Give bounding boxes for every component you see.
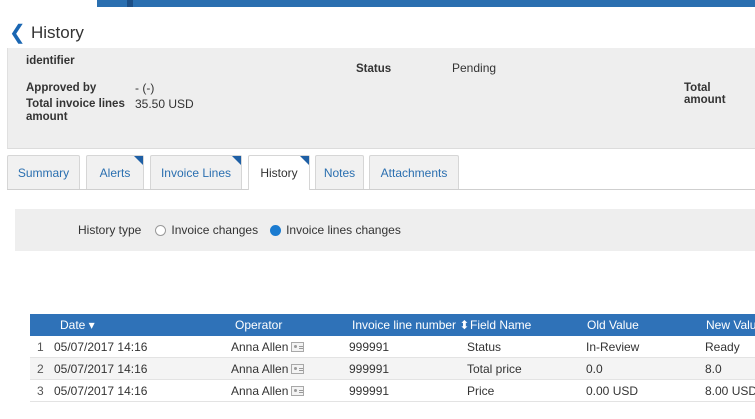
tab-summary-label: Summary [17, 165, 70, 180]
row-index: 1 [37, 340, 44, 354]
status-value: Pending [452, 61, 497, 75]
cell-old-value: 0.00 USD [586, 384, 639, 398]
table-header: Date ▾ Operator Invoice line number ⬍ Fi… [30, 314, 755, 336]
invoice-summary-panel: identifier Approved by - (-) Total invoi… [7, 48, 755, 149]
cell-new-value: Ready [705, 340, 740, 354]
tab-attachments[interactable]: Attachments [369, 155, 459, 189]
tab-bar: Summary Alerts Invoice Lines History Not… [7, 155, 755, 190]
cell-operator: Anna Allen [231, 380, 305, 402]
radio-invoice-lines-changes-label: Invoice lines changes [286, 223, 401, 237]
tab-marker-icon [300, 156, 309, 165]
total-lines-value: 35.50 USD [135, 97, 194, 111]
radio-invoice-changes-label: Invoice changes [171, 223, 259, 237]
total-amount-label: Total amount [684, 82, 726, 106]
tab-marker-icon [134, 156, 143, 165]
history-table: Date ▾ Operator Invoice line number ⬍ Fi… [30, 314, 755, 402]
user-card-icon[interactable] [291, 386, 305, 396]
status-label: Status [356, 63, 392, 75]
cell-operator: Anna Allen [231, 336, 305, 358]
column-header-line-number[interactable]: Invoice line number ⬍ [352, 314, 469, 336]
tab-invoice-lines-label: Invoice Lines [160, 165, 232, 180]
approved-by-label: Approved by [26, 82, 97, 94]
cell-date: 05/07/2017 14:16 [54, 340, 148, 354]
cell-line-number: 999991 [349, 384, 390, 398]
column-header-operator[interactable]: Operator [235, 314, 282, 336]
operator-name: Anna Allen [231, 384, 289, 398]
cell-date: 05/07/2017 14:16 [54, 362, 148, 376]
column-header-field-name[interactable]: Field Name [470, 314, 531, 336]
user-card-icon[interactable] [291, 364, 305, 374]
page-header: ❮ History [0, 18, 84, 48]
operator-name: Anna Allen [231, 362, 289, 376]
column-header-old-value[interactable]: Old Value [587, 314, 639, 336]
tab-summary[interactable]: Summary [7, 155, 80, 189]
column-header-new-value[interactable]: New Value [706, 314, 755, 336]
row-index: 2 [37, 362, 44, 376]
cell-new-value: 8.00 USD [705, 384, 755, 398]
cell-old-value: In-Review [586, 340, 640, 354]
cell-new-value: 8.0 [705, 362, 722, 376]
cell-line-number: 999991 [349, 340, 390, 354]
table-row[interactable]: 1 05/07/2017 14:16 Anna Allen 999991 Sta… [30, 336, 755, 358]
tab-attachments-label: Attachments [380, 165, 448, 180]
tab-notes[interactable]: Notes [315, 155, 364, 189]
chevron-left-icon[interactable]: ❮ [9, 23, 26, 43]
approved-by-value: - (-) [135, 81, 155, 95]
operator-name: Anna Allen [231, 340, 289, 354]
tab-history-label: History [260, 166, 298, 180]
top-accent-marker [127, 0, 133, 7]
row-index: 3 [37, 384, 44, 398]
tab-invoice-lines[interactable]: Invoice Lines [150, 155, 242, 189]
top-accent-bar [97, 0, 755, 7]
radio-button-icon[interactable] [155, 224, 167, 236]
history-type-label: History type [78, 223, 142, 237]
user-card-icon[interactable] [291, 342, 305, 352]
cell-date: 05/07/2017 14:16 [54, 384, 148, 398]
tab-history[interactable]: History [248, 155, 310, 190]
cell-line-number: 999991 [349, 362, 390, 376]
cell-old-value: 0.0 [586, 362, 603, 376]
cell-field-name: Total price [467, 362, 522, 376]
cell-operator: Anna Allen [231, 358, 305, 380]
radio-invoice-changes[interactable]: Invoice changes [155, 223, 258, 237]
total-lines-label: Total invoice lines [26, 98, 125, 110]
history-type-bar: History type Invoice changes Invoice lin… [15, 209, 755, 251]
tab-notes-label: Notes [323, 165, 356, 180]
total-lines-label-cont: amount [26, 111, 68, 123]
identifier-label: identifier [26, 55, 75, 67]
tab-alerts[interactable]: Alerts [86, 155, 144, 189]
tab-alerts-label: Alerts [99, 165, 131, 180]
radio-invoice-lines-changes[interactable]: Invoice lines changes [270, 223, 401, 237]
cell-field-name: Status [467, 340, 502, 354]
table-row[interactable]: 3 05/07/2017 14:16 Anna Allen 999991 Pri… [30, 380, 755, 402]
radio-button-selected-icon[interactable] [270, 224, 282, 236]
page-title: History [31, 23, 84, 42]
table-row[interactable]: 2 05/07/2017 14:16 Anna Allen 999991 Tot… [30, 358, 755, 380]
cell-field-name: Price [467, 384, 495, 398]
tab-marker-icon [232, 156, 241, 165]
column-header-date[interactable]: Date ▾ [60, 314, 95, 336]
